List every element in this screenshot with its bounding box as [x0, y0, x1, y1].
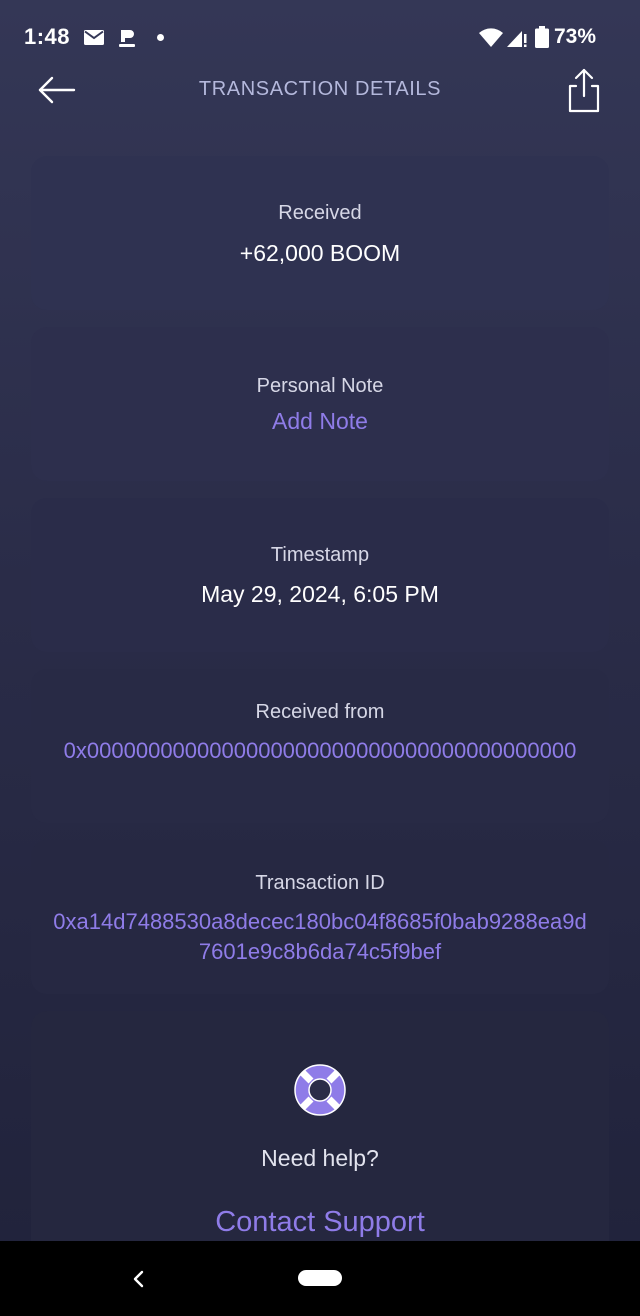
- received-from-card: Received from 0x000000000000000000000000…: [31, 669, 609, 823]
- app-header: TRANSACTION DETAILS: [0, 60, 640, 120]
- wifi-icon: [479, 28, 503, 47]
- system-navigation-bar: [0, 1241, 640, 1316]
- timestamp-card: Timestamp May 29, 2024, 6:05 PM: [31, 498, 609, 652]
- signal-icon: [507, 31, 527, 47]
- transaction-id-label: Transaction ID: [255, 872, 385, 894]
- lifebuoy-icon: [294, 1064, 346, 1116]
- page-title: TRANSACTION DETAILS: [198, 78, 442, 100]
- status-time: 1:48: [24, 24, 71, 49]
- sender-address-link[interactable]: 0x00000000000000000000000000000000000000…: [31, 736, 609, 766]
- amount-value: +62,000 BOOM: [239, 240, 401, 266]
- personal-note-card: Personal Note Add Note: [31, 327, 609, 481]
- timestamp-label: Timestamp: [270, 544, 370, 566]
- notification-dot: [157, 34, 164, 41]
- amount-card: Received +62,000 BOOM: [31, 156, 609, 310]
- timestamp-value: May 29, 2024, 6:05 PM: [201, 581, 439, 607]
- nav-home-pill[interactable]: [298, 1270, 342, 1286]
- add-note-button[interactable]: Add Note: [31, 408, 609, 435]
- app-notification-icon: [119, 30, 135, 47]
- battery-icon: [535, 26, 549, 48]
- mail-icon: [84, 30, 104, 45]
- amount-label: Received: [278, 202, 362, 224]
- share-button[interactable]: [562, 66, 606, 114]
- transaction-id-link[interactable]: 0xa14d7488530a8decec180bc04f8685f0bab928…: [31, 907, 609, 967]
- received-from-label: Received from: [255, 701, 385, 723]
- transaction-id-card: Transaction ID 0xa14d7488530a8decec180bc…: [31, 840, 609, 994]
- nav-back-icon[interactable]: [128, 1267, 148, 1291]
- need-help-text: Need help?: [261, 1145, 379, 1171]
- contact-support-button[interactable]: Contact Support: [31, 1206, 609, 1239]
- personal-note-label: Personal Note: [256, 375, 384, 397]
- share-icon: [568, 68, 600, 113]
- battery-percentage: 73%: [554, 25, 597, 48]
